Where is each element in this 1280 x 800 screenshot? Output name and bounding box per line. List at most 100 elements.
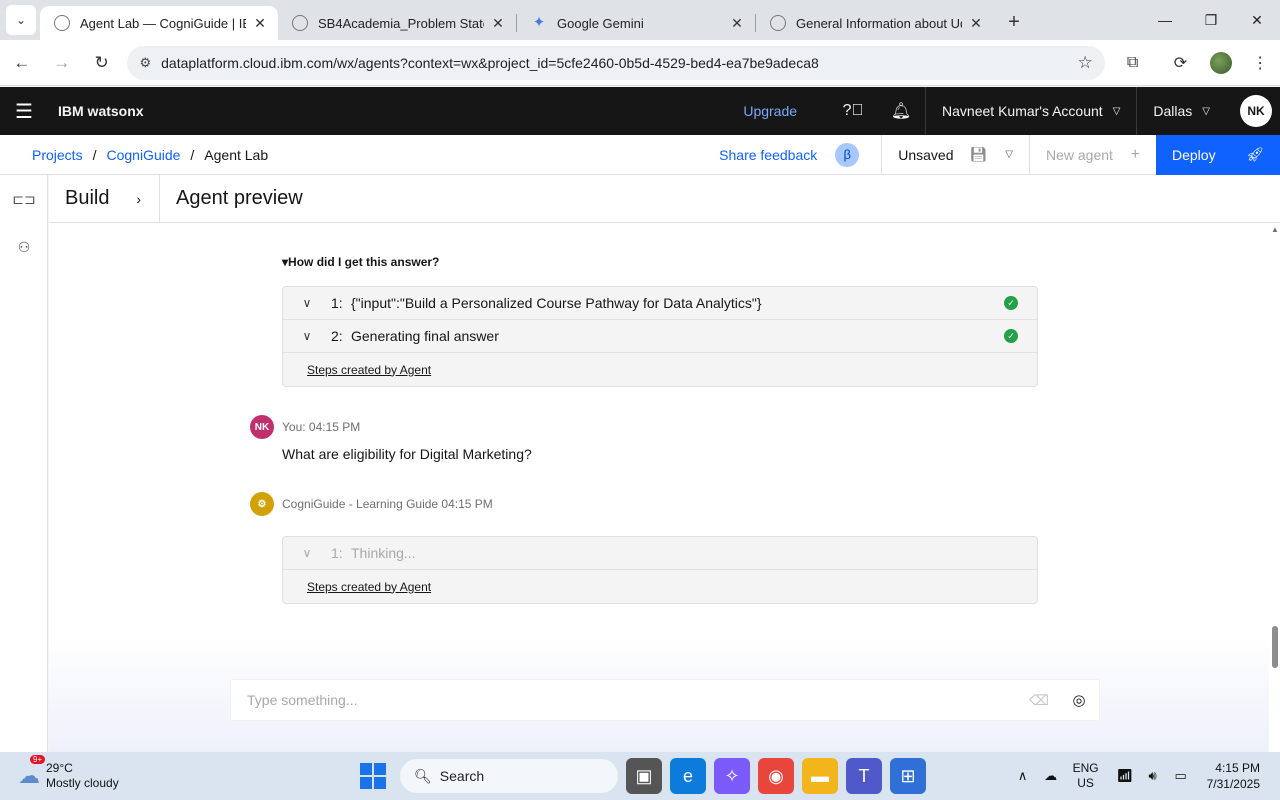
chrome-icon[interactable]: ◉ — [758, 758, 794, 794]
notification-bell-icon[interactable]: 🔔︎ — [877, 87, 925, 135]
taskbar-apps: 🔍︎ Search ▣ e ✧ ◉ ▬ T ⊞ — [360, 752, 926, 800]
profile-avatar[interactable] — [1210, 51, 1233, 74]
tab-search-button[interactable]: ⌄ — [6, 5, 36, 35]
tab-title: Google Gemini — [557, 15, 644, 31]
site-settings-icon[interactable]: ⚙ — [139, 55, 151, 71]
clock[interactable]: 4:15 PM 7/31/2025 — [1207, 760, 1260, 792]
ibm-header: ☰ IBM watsonx Upgrade ?⃝ 🔔︎ Navneet Kuma… — [0, 87, 1280, 135]
close-icon[interactable]: ✕ — [968, 15, 984, 32]
help-icon[interactable]: ?⃝ — [829, 87, 877, 135]
browser-tab-general-info[interactable]: General Information about Ude ✕ — [756, 6, 994, 40]
step-number: 2: — [331, 328, 343, 344]
url-text[interactable]: dataplatform.cloud.ibm.com/wx/agents?con… — [161, 55, 1077, 71]
agent-avatar: ⚙ — [250, 492, 274, 516]
teams-icon[interactable]: T — [846, 758, 882, 794]
chevron-down-icon: ▽ — [1202, 105, 1210, 117]
breadcrumb-current: Agent Lab — [204, 146, 269, 163]
breadcrumb-separator: / — [92, 146, 97, 163]
deploy-label: Deploy — [1172, 146, 1216, 163]
browser-tab-sb4academia[interactable]: SB4Academia_Problem Stateme ✕ — [278, 6, 516, 40]
how-did-i-get-this-answer-toggle[interactable]: ▾How did I get this answer? — [282, 255, 439, 269]
chevron-up-icon[interactable]: ∧ — [1009, 768, 1037, 784]
close-icon[interactable]: ✕ — [252, 15, 268, 32]
chevron-right-icon: › — [136, 190, 141, 207]
user-avatar[interactable]: NK — [1240, 95, 1272, 127]
share-feedback-link[interactable]: Share feedback — [719, 147, 817, 163]
step-text: {"input":"Build a Personalized Course Pa… — [351, 295, 762, 311]
step-row[interactable]: ∨ 2: Generating final answer ✓ — [283, 320, 1037, 353]
steps-footer: Steps created by Agent — [307, 362, 432, 377]
forward-button[interactable]: → — [44, 45, 80, 81]
volume-icon[interactable]: 🔊︎ — [1139, 768, 1167, 784]
step-number: 1: — [331, 545, 343, 561]
weather-widget[interactable]: ☁ 9+ 29°C Mostly cloudy — [18, 755, 119, 791]
search-label: Search — [439, 768, 485, 784]
back-button[interactable]: ← — [4, 45, 40, 81]
scroll-up-icon[interactable]: ▲ — [1271, 225, 1279, 234]
chat-area: ▾How did I get this answer? ∨ 1: {"input… — [49, 223, 1269, 752]
build-label: Build — [65, 187, 110, 209]
weather-text: 29°C Mostly cloudy — [46, 761, 119, 791]
copilot-icon[interactable]: ✧ — [714, 758, 750, 794]
upgrade-link[interactable]: Upgrade — [743, 103, 797, 119]
extensions-icon[interactable]: ⧉ — [1113, 46, 1153, 80]
scroll-thumb[interactable] — [1272, 626, 1278, 668]
rocket-icon: 🚀︎ — [1246, 146, 1264, 162]
browser-menu-icon[interactable]: ⋮ — [1240, 46, 1280, 80]
battery-icon[interactable]: ▭ — [1167, 768, 1195, 784]
agent-icon[interactable]: ⚇ — [0, 223, 48, 271]
browser-tab-gemini[interactable]: ✦ Google Gemini ✕ — [517, 6, 755, 40]
eraser-icon[interactable]: ⌫ — [1019, 692, 1059, 709]
brand-name[interactable]: IBM watsonx — [58, 103, 144, 119]
hamburger-menu-icon[interactable]: ☰ — [0, 87, 48, 135]
new-agent-button[interactable]: New agent + — [1030, 146, 1156, 164]
browser-tab-agent-lab[interactable]: Agent Lab — CogniGuide | IBM ✕ — [40, 6, 278, 40]
close-icon[interactable]: ✕ — [490, 15, 506, 32]
windows-taskbar: ☁ 9+ 29°C Mostly cloudy 🔍︎ Search ▣ e ✧ … — [0, 752, 1280, 800]
chevron-down-icon: ∨ — [302, 546, 312, 560]
task-view-icon[interactable]: ▣ — [626, 758, 662, 794]
windows-start-icon[interactable] — [360, 763, 386, 789]
window-close-button[interactable]: ✕ — [1234, 0, 1280, 40]
address-bar[interactable]: ⚙ dataplatform.cloud.ibm.com/wx/agents?c… — [127, 45, 1105, 80]
globe-icon — [54, 15, 70, 31]
step-text: Generating final answer — [351, 328, 499, 344]
send-icon[interactable]: ◎ — [1059, 691, 1099, 709]
panel-header: Build › Agent preview — [49, 174, 1280, 223]
region-switcher[interactable]: Dallas ▽ — [1137, 87, 1226, 135]
minimize-button[interactable]: — — [1142, 0, 1188, 40]
chevron-down-icon[interactable]: ▽ — [1005, 149, 1013, 160]
file-explorer-icon[interactable]: ▬ — [802, 758, 838, 794]
taskbar-search[interactable]: 🔍︎ Search — [400, 759, 618, 793]
performance-icon[interactable]: ⟳ — [1161, 46, 1201, 80]
language-code: ENG — [1072, 761, 1099, 775]
save-icon[interactable]: 💾︎ — [970, 146, 988, 163]
account-switcher[interactable]: Navneet Kumar's Account ▽ — [926, 87, 1136, 135]
checkmark-icon: ✓ — [1004, 329, 1018, 343]
time: 4:15 PM — [1215, 761, 1260, 775]
step-row[interactable]: ∨ 1: {"input":"Build a Personalized Cour… — [283, 287, 1037, 320]
page-title: Agent preview — [176, 187, 303, 209]
chat-input[interactable] — [247, 692, 1019, 708]
close-icon[interactable]: ✕ — [729, 15, 745, 32]
store-icon[interactable]: ⊞ — [890, 758, 926, 794]
onedrive-icon[interactable]: ☁ — [1037, 768, 1065, 784]
new-tab-button[interactable]: + — [1000, 8, 1028, 36]
gemini-icon: ✦ — [532, 14, 546, 31]
language-indicator[interactable]: ENG US — [1073, 761, 1099, 791]
breadcrumb-cogniguide[interactable]: CogniGuide — [106, 147, 180, 163]
left-rail: ⊏⊐ ⚇ — [0, 175, 48, 752]
chat-scrollbar[interactable]: ▲ — [1269, 223, 1280, 752]
breadcrumb-projects[interactable]: Projects — [32, 147, 83, 163]
browser-toolbar: ← → ↻ ⚙ dataplatform.cloud.ibm.com/wx/ag… — [0, 40, 1280, 86]
reload-button[interactable]: ↻ — [84, 45, 120, 81]
wifi-icon[interactable]: 📶︎ — [1111, 768, 1139, 784]
edge-icon[interactable]: e — [670, 758, 706, 794]
build-panel-toggle[interactable]: Build › — [49, 174, 160, 223]
step-row[interactable]: ∨ 1: Thinking... — [283, 537, 1037, 570]
panel-toggle-icon[interactable]: ⊏⊐ — [0, 175, 48, 223]
bookmark-star-icon[interactable]: ☆ — [1077, 53, 1092, 73]
deploy-button[interactable]: Deploy 🚀︎ — [1156, 134, 1280, 175]
user-avatar: NK — [250, 415, 274, 439]
restore-button[interactable]: ❐ — [1188, 0, 1234, 40]
